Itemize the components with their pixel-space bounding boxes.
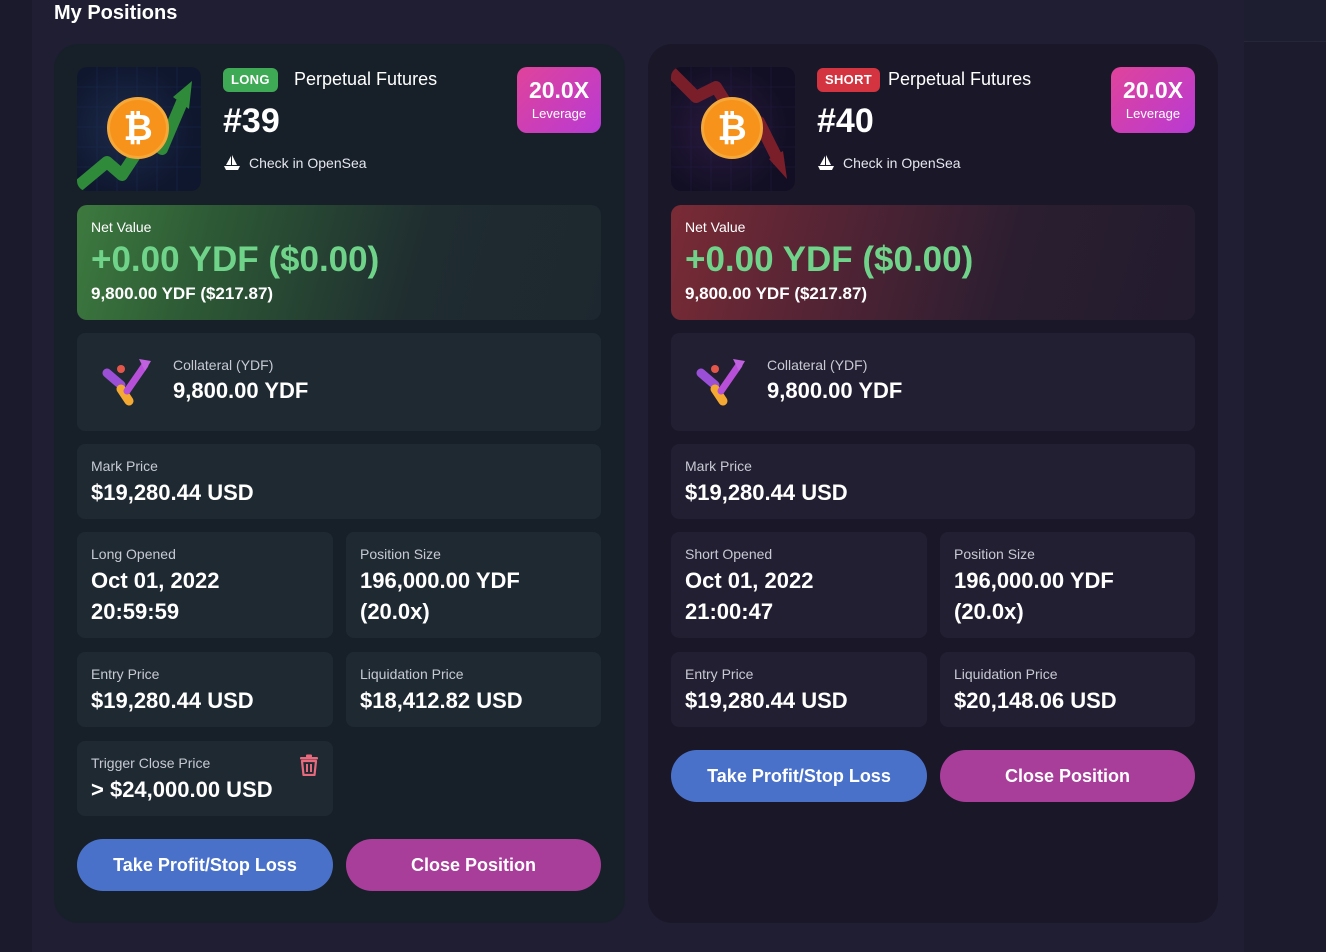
- opened-panel: Short Opened Oct 01, 2022 21:00:47: [671, 532, 927, 638]
- collateral-value: 9,800.00 YDF: [173, 378, 309, 403]
- position-size-multiplier: (20.0x): [954, 599, 1024, 624]
- position-size-panel: Position Size 196,000.00 YDF (20.0x): [346, 532, 601, 638]
- liquidation-price-panel: Liquidation Price $18,412.82 USD: [346, 652, 601, 727]
- liquidation-price-label: Liquidation Price: [954, 666, 1058, 682]
- ydf-logo-icon: [696, 359, 745, 406]
- collateral-label: Collateral (YDF): [173, 357, 274, 373]
- close-position-button[interactable]: Close Position: [940, 750, 1195, 802]
- trigger-close-value: > $24,000.00 USD: [91, 777, 273, 802]
- opensea-link[interactable]: Check in OpenSea: [223, 155, 367, 171]
- mark-price-panel: Mark Price $19,280.44 USD: [77, 444, 601, 519]
- close-position-button[interactable]: Close Position: [346, 839, 601, 891]
- position-id: #39: [223, 102, 280, 140]
- opened-panel: Long Opened Oct 01, 2022 20:59:59: [77, 532, 333, 638]
- leverage-value: 20.0X: [1122, 77, 1184, 103]
- mark-price-panel: Mark Price $19,280.44 USD: [671, 444, 1195, 519]
- left-gutter: [0, 0, 32, 952]
- entry-price-value: $19,280.44 USD: [91, 688, 254, 713]
- net-value: +0.00 YDF ($0.00): [685, 240, 974, 279]
- bitcoin-icon: ₿: [107, 97, 169, 159]
- bitcoin-icon: ₿: [701, 97, 763, 159]
- collateral-label: Collateral (YDF): [767, 357, 868, 373]
- liquidation-price-value: $18,412.82 USD: [360, 688, 523, 713]
- position-id: #40: [817, 102, 874, 140]
- position-size-value: 196,000.00 YDF: [954, 568, 1114, 593]
- net-value-panel: Net Value +0.00 YDF ($0.00) 9,800.00 YDF…: [671, 205, 1195, 320]
- opensea-link-label: Check in OpenSea: [249, 155, 367, 171]
- opened-label: Long Opened: [91, 546, 176, 562]
- side-badge: LONG: [223, 68, 278, 92]
- trash-icon[interactable]: [299, 754, 319, 776]
- leverage-label: Leverage: [531, 106, 587, 121]
- position-type: Perpetual Futures: [888, 69, 1032, 89]
- right-panel-edge: [1244, 0, 1326, 952]
- net-value-label: Net Value: [685, 219, 746, 235]
- position-size-label: Position Size: [954, 546, 1035, 562]
- side-badge: SHORT: [817, 68, 880, 92]
- opened-date: Oct 01, 2022: [685, 568, 814, 593]
- mark-price-label: Mark Price: [91, 458, 158, 474]
- ydf-logo-icon: [102, 359, 151, 406]
- position-card-long: ₿ LONG Perpetual Futures #39 Check in Op…: [54, 44, 625, 923]
- opened-date: Oct 01, 2022: [91, 568, 220, 593]
- opensea-link-label: Check in OpenSea: [843, 155, 961, 171]
- position-type: Perpetual Futures: [294, 69, 438, 89]
- mark-price-value: $19,280.44 USD: [91, 480, 254, 505]
- mark-price-label: Mark Price: [685, 458, 752, 474]
- position-card-short: ₿ SHORT Perpetual Futures #40 Check in O…: [648, 44, 1218, 923]
- collateral-panel: Collateral (YDF) 9,800.00 YDF: [77, 333, 601, 431]
- entry-price-value: $19,280.44 USD: [685, 688, 848, 713]
- net-value-sub: 9,800.00 YDF ($217.87): [91, 284, 274, 303]
- mark-price-value: $19,280.44 USD: [685, 480, 848, 505]
- leverage-badge: 20.0X Leverage: [517, 67, 601, 133]
- entry-price-label: Entry Price: [685, 666, 754, 682]
- trigger-close-panel: Trigger Close Price > $24,000.00 USD: [77, 741, 333, 816]
- opened-time: 21:00:47: [685, 599, 774, 624]
- position-nft-image: ₿: [77, 67, 201, 191]
- collateral-value: 9,800.00 YDF: [767, 378, 903, 403]
- net-value-sub: 9,800.00 YDF ($217.87): [685, 284, 868, 303]
- liquidation-price-label: Liquidation Price: [360, 666, 464, 682]
- opened-label: Short Opened: [685, 546, 773, 562]
- position-nft-image: ₿: [671, 67, 795, 191]
- take-profit-stop-loss-button[interactable]: Take Profit/Stop Loss: [77, 839, 333, 891]
- liquidation-price-value: $20,148.06 USD: [954, 688, 1117, 713]
- position-size-panel: Position Size 196,000.00 YDF (20.0x): [940, 532, 1195, 638]
- entry-price-panel: Entry Price $19,280.44 USD: [671, 652, 927, 727]
- leverage-label: Leverage: [1125, 106, 1181, 121]
- take-profit-stop-loss-button[interactable]: Take Profit/Stop Loss: [671, 750, 927, 802]
- position-size-label: Position Size: [360, 546, 441, 562]
- position-size-value: 196,000.00 YDF: [360, 568, 520, 593]
- page-title: My Positions: [54, 2, 178, 24]
- trigger-close-label: Trigger Close Price: [91, 755, 211, 771]
- opensea-icon: [224, 155, 240, 170]
- entry-price-panel: Entry Price $19,280.44 USD: [77, 652, 333, 727]
- leverage-value: 20.0X: [528, 77, 590, 103]
- leverage-badge: 20.0X Leverage: [1111, 67, 1195, 133]
- opensea-icon: [818, 155, 834, 170]
- collateral-panel: Collateral (YDF) 9,800.00 YDF: [671, 333, 1195, 431]
- liquidation-price-panel: Liquidation Price $20,148.06 USD: [940, 652, 1195, 727]
- net-value-panel: Net Value +0.00 YDF ($0.00) 9,800.00 YDF…: [77, 205, 601, 320]
- right-panel-header: [1244, 0, 1326, 42]
- position-size-multiplier: (20.0x): [360, 599, 430, 624]
- net-value: +0.00 YDF ($0.00): [91, 240, 380, 279]
- opened-time: 20:59:59: [91, 599, 180, 624]
- opensea-link[interactable]: Check in OpenSea: [817, 155, 961, 171]
- net-value-label: Net Value: [91, 219, 152, 235]
- entry-price-label: Entry Price: [91, 666, 160, 682]
